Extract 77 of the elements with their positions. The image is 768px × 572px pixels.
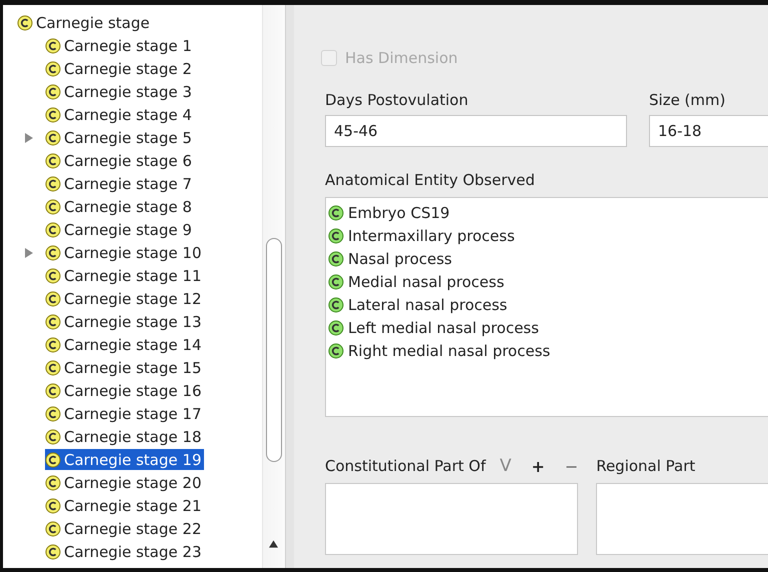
class-icon xyxy=(45,130,61,146)
tree-item[interactable]: Carnegie stage 11 xyxy=(45,265,204,286)
class-icon xyxy=(45,244,61,260)
field-label: Size (mm) xyxy=(649,91,726,109)
tree-item[interactable]: Carnegie stage 18 xyxy=(45,426,204,447)
class-icon xyxy=(328,250,344,266)
class-icon xyxy=(45,268,61,284)
section-label: Regional Part xyxy=(596,457,696,475)
class-icon xyxy=(328,320,344,336)
tree-item[interactable]: Carnegie stage 2 xyxy=(45,58,195,79)
tree-item[interactable]: Carnegie stage 1 xyxy=(45,35,195,56)
tree-item[interactable]: Carnegie stage 16 xyxy=(45,380,204,401)
class-icon xyxy=(328,228,344,244)
field-label: Days Postovulation xyxy=(325,91,470,109)
class-icon xyxy=(45,176,61,192)
tree-item[interactable]: Carnegie stage 3 xyxy=(45,81,195,102)
tree-item[interactable]: Carnegie stage 22 xyxy=(45,518,204,539)
list-item[interactable]: Left medial nasal process xyxy=(348,318,539,336)
tree-item[interactable]: Carnegie stage 8 xyxy=(45,196,195,217)
class-icon xyxy=(17,14,33,30)
tree-item[interactable]: Carnegie stage 14 xyxy=(45,334,204,355)
tree-item[interactable]: Carnegie stage 9 xyxy=(45,219,195,240)
class-icon xyxy=(45,60,61,76)
tree-item[interactable]: Carnegie stage 20 xyxy=(45,472,204,493)
tree-item[interactable]: Carnegie stage 12 xyxy=(45,288,204,309)
tree-item[interactable]: Carnegie stage 7 xyxy=(45,173,195,194)
list-item[interactable]: Intermaxillary process xyxy=(348,226,515,244)
class-icon xyxy=(328,274,344,290)
toolbar-button[interactable]: + xyxy=(531,456,545,476)
list-item[interactable]: Lateral nasal process xyxy=(348,296,508,314)
class-icon xyxy=(328,204,344,220)
tree-item[interactable]: Carnegie stage 17 xyxy=(45,403,204,424)
class-icon xyxy=(45,474,61,490)
list-item[interactable]: Medial nasal process xyxy=(348,272,504,290)
class-icon xyxy=(45,428,61,444)
class-icon xyxy=(45,106,61,122)
class-icon xyxy=(45,520,61,536)
class-icon xyxy=(45,406,61,422)
class-icon xyxy=(45,382,61,398)
tree-item[interactable]: Carnegie stage 15 xyxy=(45,357,204,378)
list-item[interactable]: Nasal process xyxy=(348,250,452,268)
class-icon xyxy=(328,342,344,358)
class-icon xyxy=(45,360,61,376)
input-field[interactable]: 45-46 xyxy=(325,115,627,147)
tree-item[interactable]: Carnegie stage 23 xyxy=(45,541,204,562)
checkbox-label: Has Dimension xyxy=(345,49,458,67)
scroll-up-arrow-icon[interactable] xyxy=(269,540,278,548)
class-icon xyxy=(45,452,61,468)
list-label: Anatomical Entity Observed xyxy=(325,171,536,189)
tree-item[interactable]: Carnegie stage 4 xyxy=(45,104,195,125)
class-icon xyxy=(45,544,61,560)
tree-item[interactable]: Carnegie stage 5 xyxy=(45,127,195,148)
scrollbar[interactable] xyxy=(262,5,285,568)
tree-item[interactable]: Carnegie stage 13 xyxy=(45,311,204,332)
class-icon xyxy=(45,198,61,214)
scroll-thumb[interactable] xyxy=(266,238,282,462)
tree-item[interactable]: Carnegie stage xyxy=(36,14,150,32)
class-icon xyxy=(45,38,61,54)
class-icon xyxy=(45,152,61,168)
class-icon xyxy=(45,222,61,238)
section-label: Constitutional Part Of xyxy=(325,457,486,475)
list-item[interactable]: Right medial nasal process xyxy=(348,342,550,360)
expand-triangle-icon[interactable] xyxy=(25,132,33,142)
input-field[interactable]: 16-18 xyxy=(649,115,768,147)
class-icon xyxy=(45,336,61,352)
class-icon xyxy=(45,314,61,330)
class-icon xyxy=(45,498,61,514)
toolbar-button[interactable]: − xyxy=(564,456,578,476)
tree-item[interactable]: Carnegie stage 19 xyxy=(45,449,204,470)
tree-item[interactable]: Carnegie stage 21 xyxy=(45,495,204,516)
tree-item[interactable]: Carnegie stage 10 xyxy=(45,242,204,263)
class-icon xyxy=(45,290,61,306)
class-icon xyxy=(328,296,344,312)
tree-item[interactable]: Carnegie stage 6 xyxy=(45,150,195,171)
list-item[interactable]: Embryo CS19 xyxy=(348,204,450,222)
class-icon xyxy=(45,84,61,100)
expand-triangle-icon[interactable] xyxy=(25,248,33,258)
